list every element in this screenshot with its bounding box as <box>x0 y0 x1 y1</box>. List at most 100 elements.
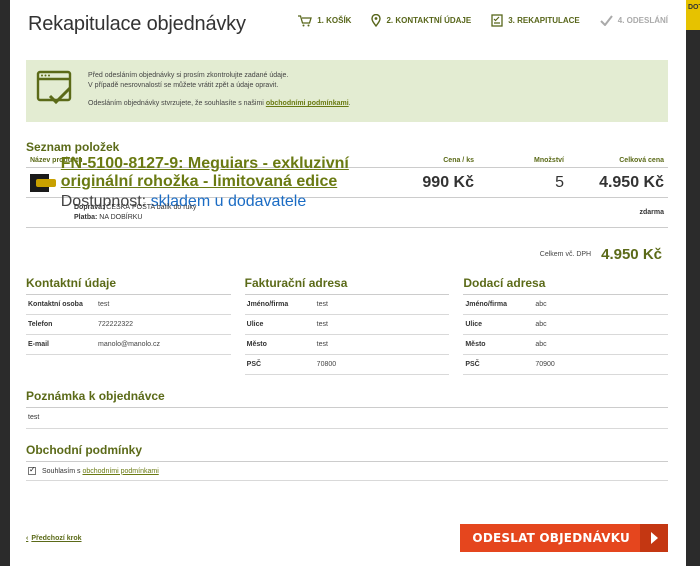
product-total: 4.950 Kč <box>599 173 664 191</box>
submit-order-button[interactable]: ODESLAT OBJEDNÁVKU <box>460 524 668 552</box>
delivery-value: abc <box>535 321 547 328</box>
step-send: 4. ODESLÁNÍ <box>600 15 668 26</box>
addresses: Kontaktní údaje Kontaktní osoba test Tele… <box>26 276 669 375</box>
shipping-label: Doprava: <box>74 204 105 211</box>
shipping-info: Doprava: ČESKÁ POŠTA balík do ruky Platb… <box>74 203 639 222</box>
items-heading: Seznam položek <box>26 140 120 154</box>
billing-key: Město <box>246 341 267 348</box>
step-label: 1. KOŠÍK <box>317 16 352 25</box>
product-thumbnail[interactable] <box>30 173 56 192</box>
arrow-right-icon <box>640 524 668 552</box>
check-icon <box>600 15 613 26</box>
delivery-key: Jméno/firma <box>465 301 507 308</box>
delivery-value: 70900 <box>535 361 555 368</box>
cart-icon <box>298 14 313 26</box>
delivery-row: PSČ 70900 <box>463 355 669 375</box>
notice-line: V případě nesrovnalostí se můžete vrátit… <box>88 82 279 89</box>
notice-box: Před odesláním objednávky si prosím zkon… <box>26 60 668 122</box>
billing-value: test <box>316 301 328 308</box>
delivery-key: Město <box>465 341 486 348</box>
billing-value: 70800 <box>316 361 337 368</box>
note-text: test <box>26 407 668 429</box>
billing-heading: Fakturační adresa <box>244 276 348 290</box>
contact-key: Kontaktní osoba <box>28 301 83 308</box>
notice-text: Před odesláním objednávky si prosím zkon… <box>88 71 351 109</box>
note-heading: Poznámka k objednávce <box>26 389 165 403</box>
contact-row: Kontaktní osoba test <box>26 294 231 315</box>
notice-terms-line: Odesláním objednávky stvrzujete, že souh… <box>88 99 351 109</box>
step-contact[interactable]: 2. KONTAKTNÍ ÚDAJE <box>371 14 471 27</box>
step-label: 2. KONTAKTNÍ ÚDAJE <box>386 16 472 25</box>
back-link[interactable]: ‹ Předchozí krok <box>26 535 82 542</box>
billing-key: Jméno/firma <box>246 301 289 308</box>
terms-link[interactable]: obchodními podmínkami <box>82 468 158 475</box>
step-label: 3. REKAPITULACE <box>508 16 580 25</box>
billing-section: Fakturační adresa Jméno/firma test Ulice t… <box>244 276 450 375</box>
delivery-row: Ulice abc <box>463 315 669 335</box>
product-price: 990 Kč <box>422 173 474 191</box>
footer: ‹ Předchozí krok ODESLAT OBJEDNÁVKU <box>26 524 668 552</box>
billing-key: PSČ <box>246 361 262 368</box>
contact-row: Telefon 722222322 <box>26 315 231 335</box>
payment-value: NA DOBÍRKU <box>99 214 143 221</box>
step-cart[interactable]: 1. KOŠÍK <box>298 14 352 27</box>
back-label: Předchozí krok <box>31 534 82 542</box>
order-total: Celkem vč. DPH 4.950 Kč <box>26 228 668 268</box>
billing-value: test <box>316 341 328 348</box>
table-row: FN-5100-8127-9: Meguiars - exkluzivní or… <box>26 155 668 210</box>
checklist-icon <box>491 14 503 27</box>
shipping-value: ČESKÁ POŠTA balík do ruky <box>106 204 197 211</box>
billing-row: Město test <box>244 335 450 355</box>
contact-value: manolo@manolo.cz <box>98 341 160 348</box>
header: Rekapitulace objednávky 1. KOŠÍK 2. KONT… <box>26 0 668 46</box>
total-value: 4.950 Kč <box>601 245 662 263</box>
delivery-row: Město abc <box>463 335 669 355</box>
terms-checkbox[interactable] <box>28 465 36 475</box>
product-qty: 5 <box>555 173 564 191</box>
step-summary[interactable]: 3. REKAPITULACE <box>491 14 580 27</box>
total-label: Celkem vč. DPH <box>539 250 592 258</box>
contact-section: Kontaktní údaje Kontaktní osoba test Tele… <box>26 276 231 375</box>
terms-row: Souhlasím s obchodními podmínkami <box>26 461 668 481</box>
terms-prefix: Souhlasím s <box>42 467 81 475</box>
contact-value: 722222322 <box>98 321 134 328</box>
side-tab[interactable]: DOT <box>686 0 700 30</box>
delivery-section: Dodací adresa Jméno/firma abc Ulice abc Mě… <box>463 276 669 375</box>
contact-row: E-mail manolo@manolo.cz <box>26 335 231 355</box>
delivery-row: Jméno/firma abc <box>463 294 669 315</box>
submit-label: ODESLAT OBJEDNÁVKU <box>472 531 630 545</box>
product-link[interactable]: FN-5100-8127-9: Meguiars - exkluzivní or… <box>61 155 349 190</box>
page-title: Rekapitulace objednávky <box>28 13 246 35</box>
contact-key: E-mail <box>28 341 50 348</box>
chevron-left-icon: ‹ <box>26 534 29 542</box>
delivery-key: Ulice <box>465 321 483 328</box>
shipping-price: zdarma <box>639 209 664 216</box>
billing-row: PSČ 70800 <box>244 355 450 375</box>
notice-line: Před odesláním objednávky si prosím zkon… <box>88 72 289 79</box>
browser-check-icon <box>36 70 72 105</box>
col-header-qty: Množství <box>534 157 564 164</box>
contact-key: Telefon <box>28 321 53 328</box>
checkout-steps: 1. KOŠÍK 2. KONTAKTNÍ ÚDAJE 3. REKAPITUL… <box>298 14 668 27</box>
delivery-key: PSČ <box>465 361 480 368</box>
notice-terms-link[interactable]: obchodními podmínkami <box>266 100 349 107</box>
col-header-total: Celková cena <box>619 157 664 164</box>
payment-label: Platba: <box>74 214 98 221</box>
billing-key: Ulice <box>246 321 264 328</box>
terms-heading: Obchodní podmínky <box>26 443 142 457</box>
delivery-value: abc <box>535 301 547 308</box>
billing-row: Ulice test <box>244 315 450 335</box>
map-pin-icon <box>371 14 382 27</box>
notice-terms-prefix: Odesláním objednávky stvrzujete, že souh… <box>88 100 264 107</box>
order-panel: Rekapitulace objednávky 1. KOŠÍK 2. KONT… <box>10 0 686 566</box>
shipping-row: Doprava: ČESKÁ POŠTA balík do ruky Platb… <box>26 198 668 228</box>
billing-value: test <box>316 321 328 328</box>
contact-value: test <box>98 301 110 308</box>
delivery-heading: Dodací adresa <box>463 276 546 290</box>
contact-heading: Kontaktní údaje <box>26 276 117 290</box>
step-label: 4. ODESLÁNÍ <box>617 16 668 25</box>
col-header-price: Cena / ks <box>443 157 474 164</box>
billing-row: Jméno/firma test <box>244 294 450 315</box>
delivery-value: abc <box>535 341 547 348</box>
notice-terms-suffix: . <box>348 100 351 107</box>
